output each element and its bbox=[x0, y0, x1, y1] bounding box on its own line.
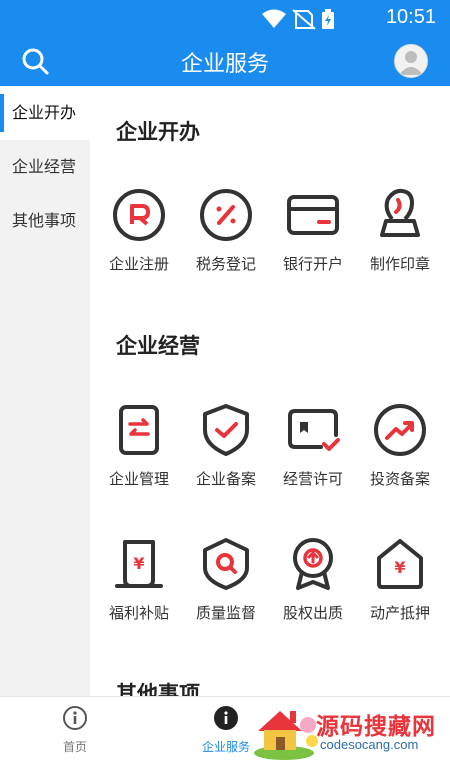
service-item-investment[interactable]: 投资备案 bbox=[357, 402, 443, 489]
sidebar: 企业开办 企业经营 其他事项 bbox=[0, 86, 90, 696]
section-title-other: 其他事项 bbox=[116, 682, 200, 696]
user-icon bbox=[399, 51, 423, 75]
service-item-label: 企业注册 bbox=[108, 255, 169, 273]
investment-trend-icon bbox=[374, 404, 426, 456]
service-item-seal[interactable]: 制作印章 bbox=[357, 187, 443, 274]
service-item-label: 股权出质 bbox=[282, 604, 343, 622]
service-item-license[interactable]: 经营许可 bbox=[270, 402, 356, 489]
service-item-label: 动产抵押 bbox=[369, 604, 430, 622]
sidebar-item-startup[interactable]: 企业开办 bbox=[0, 86, 90, 140]
svg-text:¥: ¥ bbox=[133, 554, 144, 573]
sidebar-item-other[interactable]: 其他事项 bbox=[0, 194, 90, 248]
service-item-label: 企业备案 bbox=[195, 470, 256, 488]
info-icon bbox=[214, 706, 238, 730]
status-icons bbox=[262, 9, 334, 30]
shield-check-icon bbox=[203, 404, 249, 456]
tab-label: 首页 bbox=[62, 740, 87, 754]
bank-card-icon bbox=[287, 195, 339, 235]
battery-charging-icon bbox=[322, 9, 334, 29]
service-item-management[interactable]: 企业管理 bbox=[96, 402, 182, 489]
sidebar-item-label: 企业经营 bbox=[12, 157, 77, 176]
sidebar-item-label: 企业开办 bbox=[12, 103, 77, 122]
watermark-logo: 源码搜藏网 codesocang.com bbox=[250, 697, 450, 761]
service-item-label: 投资备案 bbox=[369, 470, 430, 488]
avatar[interactable] bbox=[394, 44, 428, 78]
service-item-quality[interactable]: 质量监督 bbox=[183, 536, 269, 623]
service-item-tax[interactable]: 税务登记 bbox=[183, 187, 269, 274]
page-title: 企业服务 bbox=[180, 52, 269, 77]
service-item-label: 企业管理 bbox=[108, 470, 169, 488]
registration-icon bbox=[113, 189, 165, 241]
section-title-operation: 企业经营 bbox=[116, 334, 200, 358]
service-item-label: 质量监督 bbox=[195, 604, 256, 622]
app-bar: 企业服务 bbox=[0, 36, 450, 86]
service-item-mortgage[interactable]: ¥ 动产抵押 bbox=[357, 536, 443, 623]
sidebar-item-label: 其他事项 bbox=[12, 211, 77, 230]
license-card-icon bbox=[288, 409, 340, 451]
info-icon bbox=[63, 706, 87, 730]
sidebar-item-operation[interactable]: 企业经营 bbox=[0, 140, 90, 194]
service-content: 企业开办 企业注册 税务登记 银行开户 制作印章 企业经营 企业管理 企业备案 … bbox=[90, 86, 450, 696]
service-item-equity[interactable]: 股权出质 bbox=[270, 536, 356, 623]
service-item-label: 经营许可 bbox=[282, 470, 343, 488]
status-bar: 10:51 bbox=[0, 0, 450, 36]
service-item-label: 福利补贴 bbox=[108, 604, 169, 622]
no-sim-icon bbox=[292, 9, 316, 30]
bottom-nav: 首页 企业服务 源码搜藏网 codesocang.com bbox=[0, 696, 450, 761]
manage-doc-icon bbox=[119, 405, 159, 455]
seal-icon bbox=[380, 188, 420, 237]
service-item-subsidy[interactable]: ¥ 福利补贴 bbox=[96, 536, 182, 623]
service-item-bank[interactable]: 银行开户 bbox=[270, 187, 356, 274]
equity-medal-icon bbox=[293, 538, 333, 590]
service-item-registration[interactable]: 企业注册 bbox=[96, 187, 182, 274]
subsidy-yuan-icon: ¥ bbox=[115, 540, 163, 588]
section-title-startup: 企业开办 bbox=[116, 120, 200, 144]
wifi-icon bbox=[262, 9, 286, 28]
service-item-label: 制作印章 bbox=[369, 255, 430, 273]
watermark-url: codesocang.com bbox=[320, 737, 419, 752]
house-logo-icon bbox=[254, 711, 318, 760]
service-item-filing[interactable]: 企业备案 bbox=[183, 402, 269, 489]
tax-percent-icon bbox=[200, 189, 252, 241]
service-item-label: 税务登记 bbox=[195, 255, 256, 273]
status-time: 10:51 bbox=[385, 6, 436, 28]
mortgage-house-icon: ¥ bbox=[377, 539, 423, 589]
quality-search-icon bbox=[203, 538, 249, 590]
watermark-brand: 源码搜藏网 bbox=[316, 714, 436, 740]
tab-home[interactable]: 首页 bbox=[15, 705, 135, 755]
service-item-label: 银行开户 bbox=[282, 255, 343, 273]
svg-text:¥: ¥ bbox=[394, 558, 405, 577]
